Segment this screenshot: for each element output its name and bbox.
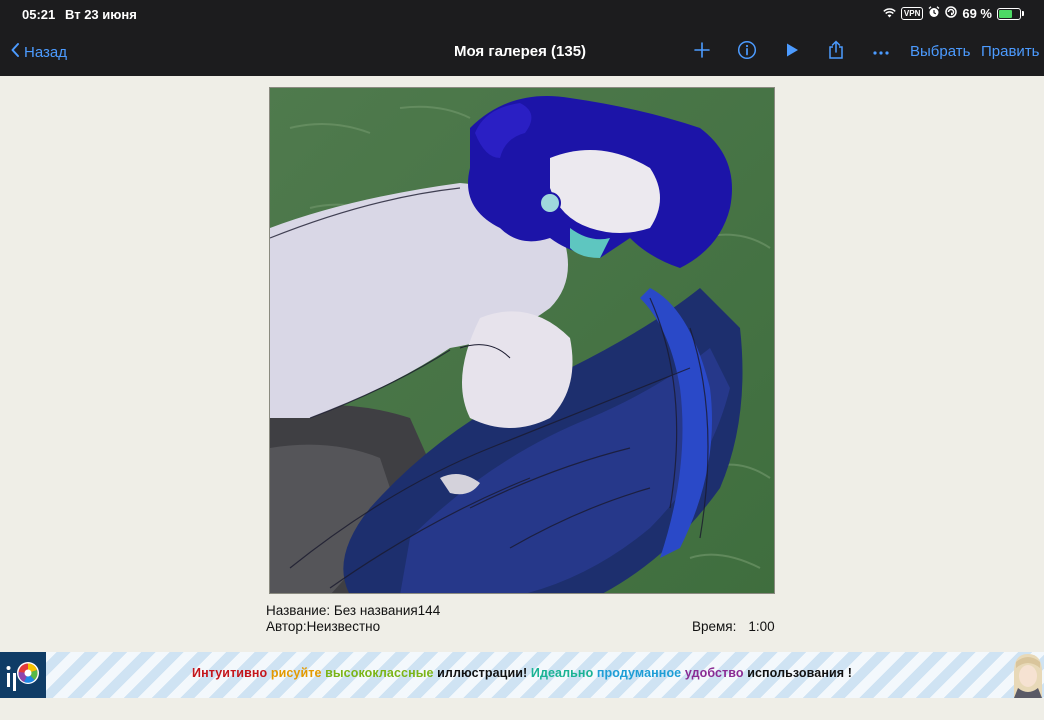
add-button[interactable] xyxy=(690,40,714,64)
banner-segment: использования ! xyxy=(743,666,853,680)
battery-icon xyxy=(997,7,1021,20)
battery-level xyxy=(999,9,1012,18)
banner-segment: продуманное xyxy=(593,666,682,680)
status-indicators: VPN 69 % xyxy=(883,6,1024,21)
plus-icon xyxy=(693,41,711,64)
select-button[interactable]: Выбрать xyxy=(910,43,970,60)
artwork-author: Автор:Неизвестно xyxy=(266,619,381,634)
share-button[interactable] xyxy=(824,39,848,65)
time-label: Время: xyxy=(692,619,737,634)
artwork-illustration xyxy=(270,88,774,593)
banner-segment: иллюстрации! xyxy=(433,666,528,680)
time-value: 1:00 xyxy=(748,619,775,634)
share-icon xyxy=(827,39,845,65)
info-button[interactable] xyxy=(735,40,759,64)
back-label: Назад xyxy=(24,43,67,61)
play-icon xyxy=(784,42,800,63)
ad-banner[interactable]: Интуитивно рисуйте высококлассные иллюст… xyxy=(0,652,1044,698)
alarm-icon xyxy=(928,6,940,21)
wifi-icon xyxy=(883,6,896,21)
chevron-left-icon xyxy=(10,42,20,62)
navigation-bar: Назад Моя галерея (135) Выбрать Править xyxy=(0,28,1044,76)
vpn-badge: VPN xyxy=(900,7,924,20)
banner-segment: Интуитивно xyxy=(191,666,268,680)
back-button[interactable]: Назад xyxy=(10,42,67,62)
edit-button[interactable]: Править xyxy=(981,43,1040,60)
artwork-preview[interactable] xyxy=(269,87,775,594)
artwork-title: Название: Без названия144 xyxy=(266,603,441,618)
status-time: 05:21 xyxy=(22,7,56,22)
battery-cap xyxy=(1022,11,1024,16)
status-bar: 05:21 Вт 23 июня VPN 69 % xyxy=(0,0,1044,28)
ellipsis-icon xyxy=(872,43,890,61)
banner-segment: рисуйте xyxy=(267,666,322,680)
info-icon xyxy=(737,40,757,65)
banner-segment: Идеально xyxy=(527,666,594,680)
play-button[interactable] xyxy=(780,40,804,64)
battery-percent: 69 % xyxy=(962,6,992,21)
banner-segment: удобство xyxy=(681,666,744,680)
artwork-time: Время: 1:00 xyxy=(692,619,775,634)
more-button[interactable] xyxy=(869,40,893,64)
location-lock-icon xyxy=(945,6,958,21)
banner-segment: высококлассные xyxy=(321,666,434,680)
banner-slogan: Интуитивно рисуйте высококлассные иллюст… xyxy=(0,666,1044,680)
page-title: Моя галерея (135) xyxy=(453,43,587,60)
banner-character-image xyxy=(1010,652,1044,698)
status-date: Вт 23 июня xyxy=(65,7,137,22)
